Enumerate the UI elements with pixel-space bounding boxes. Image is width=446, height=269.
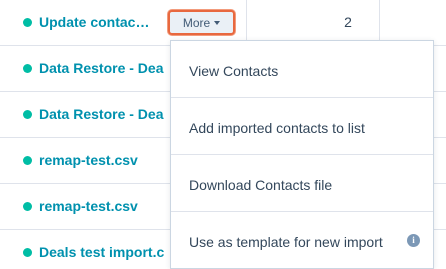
import-name-link[interactable]: remap-test.csv bbox=[39, 152, 181, 168]
import-name-link[interactable]: Deals test import.c bbox=[39, 244, 181, 260]
menu-item-view-contacts[interactable]: View Contacts bbox=[171, 41, 433, 98]
menu-item-label: Download Contacts file bbox=[189, 177, 333, 193]
status-dot bbox=[23, 202, 32, 211]
import-count: 2 bbox=[344, 14, 352, 30]
more-actions-button[interactable]: More bbox=[168, 10, 235, 35]
menu-item-label: View Contacts bbox=[189, 63, 279, 79]
menu-item-download-contacts[interactable]: Download Contacts file bbox=[171, 155, 433, 212]
menu-item-label: Use as template for new import bbox=[189, 234, 383, 250]
status-dot bbox=[23, 64, 32, 73]
menu-item-label: Add imported contacts to list bbox=[189, 120, 365, 136]
status-dot bbox=[23, 18, 32, 27]
status-dot bbox=[23, 156, 32, 165]
info-icon[interactable]: i bbox=[407, 234, 420, 247]
import-name-link[interactable]: Data Restore - Dea bbox=[39, 60, 181, 76]
caret-down-icon bbox=[214, 20, 221, 25]
menu-item-use-as-template[interactable]: Use as template for new import i bbox=[171, 212, 433, 269]
import-name-link[interactable]: Update contac… bbox=[39, 14, 181, 30]
status-dot bbox=[23, 248, 32, 257]
status-dot bbox=[23, 110, 32, 119]
more-actions-dropdown: View Contacts Add imported contacts to l… bbox=[170, 40, 434, 269]
menu-item-add-to-list[interactable]: Add imported contacts to list bbox=[171, 98, 433, 155]
import-name-link[interactable]: Data Restore - Dea bbox=[39, 106, 181, 122]
more-button-label: More bbox=[182, 15, 211, 30]
import-name-link[interactable]: remap-test.csv bbox=[39, 198, 181, 214]
